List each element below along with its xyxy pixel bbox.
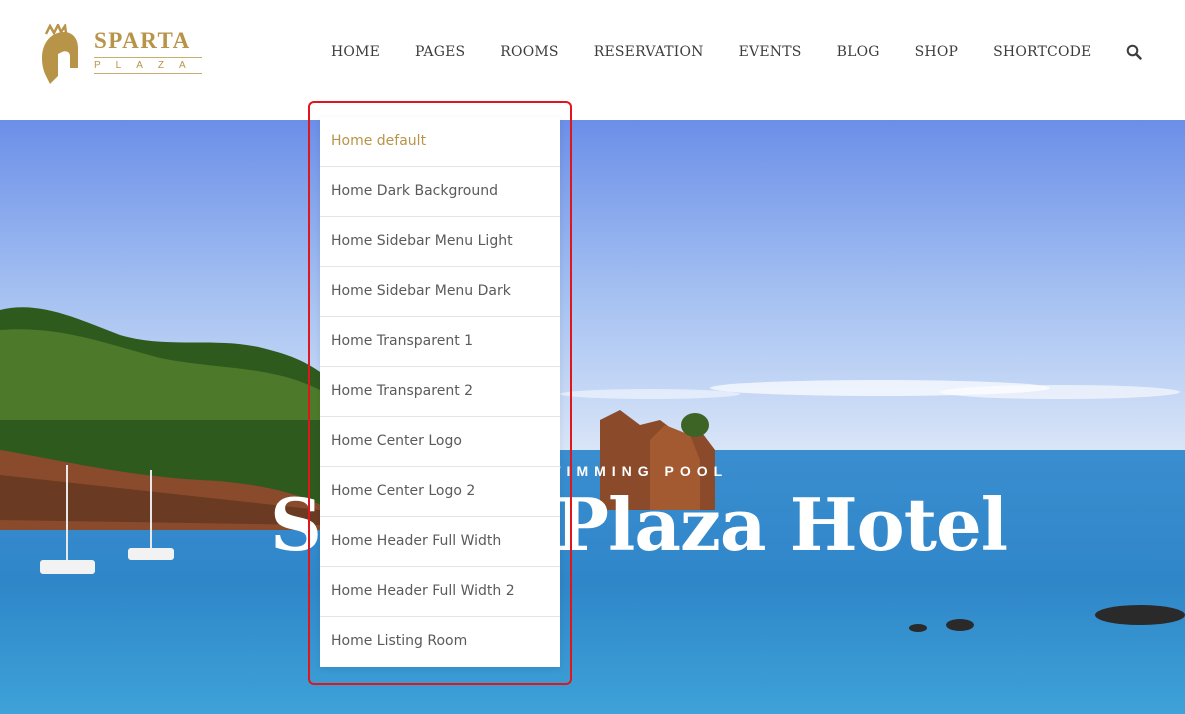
submenu-item-home-center-logo[interactable]: Home Center Logo <box>320 417 560 467</box>
search-icon[interactable] <box>1126 44 1143 60</box>
submenu-item-home-listing-room[interactable]: Home Listing Room <box>320 617 560 667</box>
spartan-helmet-icon <box>42 24 78 84</box>
logo-rule-top <box>94 57 202 58</box>
main-nav: Home Pages Rooms Reservation Events Blog… <box>331 40 1143 64</box>
submenu-item-home-header-full-width-2[interactable]: Home Header Full Width 2 <box>320 567 560 617</box>
site-header: SPARTA PLAZA Home Pages Rooms Reservatio… <box>0 0 1185 120</box>
hero-background-image <box>0 120 1185 714</box>
nav-item-shop[interactable]: Shop <box>915 44 959 60</box>
nav-item-rooms[interactable]: Rooms <box>500 44 558 60</box>
submenu-item-home-dark-background[interactable]: Home Dark Background <box>320 167 560 217</box>
brand-name: SPARTA <box>94 28 191 53</box>
hero-eyebrow: SWIMMING POOL <box>532 463 729 479</box>
submenu-item-home-transparent-2[interactable]: Home Transparent 2 <box>320 367 560 417</box>
home-submenu: Home default Home Dark Background Home S… <box>320 117 560 667</box>
submenu-item-home-sidebar-dark[interactable]: Home Sidebar Menu Dark <box>320 267 560 317</box>
nav-item-events[interactable]: Events <box>739 44 802 60</box>
nav-item-shortcode[interactable]: Shortcode <box>993 44 1091 60</box>
brand-logo[interactable]: SPARTA PLAZA <box>36 24 211 88</box>
nav-item-blog[interactable]: Blog <box>837 44 880 60</box>
submenu-item-home-header-full-width[interactable]: Home Header Full Width <box>320 517 560 567</box>
nav-item-home[interactable]: Home <box>331 44 380 60</box>
nav-item-reservation[interactable]: Reservation <box>594 44 704 60</box>
logo-rule-bottom <box>94 73 202 74</box>
nav-item-pages[interactable]: Pages <box>415 44 465 60</box>
brand-subtitle: PLAZA <box>94 60 201 71</box>
hero-banner: SWIMMING POOL Sparta Plaza Hotel <box>0 120 1185 714</box>
submenu-item-home-center-logo-2[interactable]: Home Center Logo 2 <box>320 467 560 517</box>
submenu-item-home-transparent-1[interactable]: Home Transparent 1 <box>320 317 560 367</box>
submenu-item-home-default[interactable]: Home default <box>320 117 560 167</box>
submenu-item-home-sidebar-light[interactable]: Home Sidebar Menu Light <box>320 217 560 267</box>
